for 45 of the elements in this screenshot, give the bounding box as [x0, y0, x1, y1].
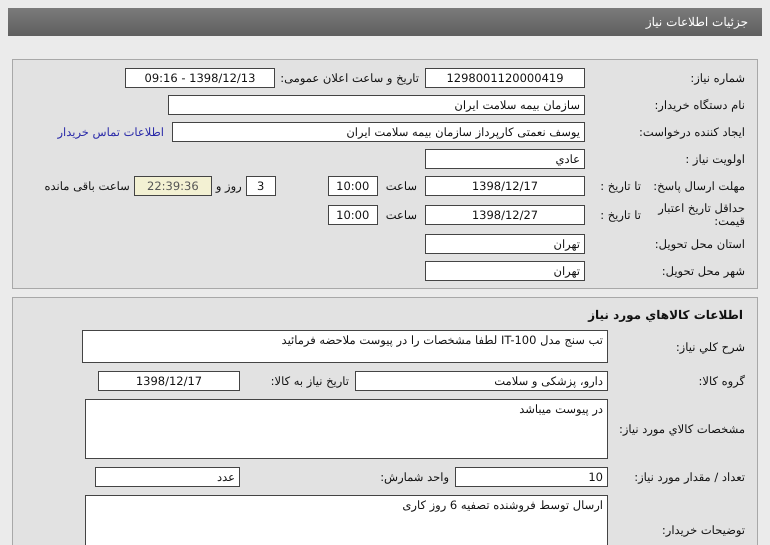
remaining-label: ساعت باقی مانده: [44, 179, 131, 193]
field-label: شرح کلي نياز:: [674, 340, 745, 354]
remaining-time-field: 22:39:36: [134, 176, 212, 196]
value-field: تهران: [425, 261, 585, 281]
field-label: تاریخ و ساعت اعلان عمومی:: [279, 71, 420, 85]
value-field: سازمان بیمه سلامت ایران: [168, 95, 585, 115]
value-field: دارو، پزشکی و سلامت: [355, 371, 608, 391]
field-label: واحد شمارش:: [379, 470, 450, 484]
value-field: 1398/12/13 - 09:16: [125, 68, 275, 88]
time-field: 10:00: [328, 176, 378, 196]
field-label: مشخصات کالاي مورد نياز:: [618, 422, 745, 436]
time-label: ساعت: [384, 179, 418, 193]
date-field: 1398/12/27: [425, 205, 585, 225]
value-field: 1298001120000419: [425, 68, 585, 88]
text-area: تب سنج مدل IT-100 لطفا مشخصات را در پیوست ملاحضه فرمائید: [82, 330, 608, 363]
field-label: توضیحات خریدار:: [660, 523, 745, 537]
contact-link[interactable]: اطلاعات تماس خریدار: [57, 125, 164, 139]
value-field: تهران: [425, 234, 585, 254]
field-label: تعداد / مقدار مورد نیاز:: [633, 470, 745, 484]
value-field: یوسف نعمتی کارپرداز سازمان بیمه سلامت ایران: [172, 122, 585, 142]
time-label: ساعت: [384, 208, 418, 222]
field-label: گروه کالا:: [698, 374, 745, 388]
page-title: جزئیات اطلاعات نیاز: [646, 15, 748, 29]
field-label: ایجاد کننده درخواست:: [638, 125, 745, 139]
field-label: مهلت ارسال پاسخ:: [652, 179, 745, 193]
field-label: شهر محل تحویل:: [660, 264, 745, 278]
field-label: حداقل تاریخ اعتبار قیمت:: [656, 202, 745, 228]
time-field: 10:00: [328, 205, 378, 225]
value-field: عدد: [95, 467, 240, 487]
value-field: 10: [455, 467, 608, 487]
field-label: تا تاریخ :: [599, 208, 641, 222]
field-label: شماره نیاز:: [689, 71, 745, 85]
field-label: استان محل تحویل:: [654, 237, 745, 251]
days-field: 3: [246, 176, 276, 196]
field-label: تاریخ نیاز به کالا:: [270, 374, 350, 388]
date-field: 1398/12/17: [425, 176, 585, 196]
days-label: روز و: [214, 179, 243, 193]
field-label: تا تاریخ :: [599, 179, 641, 193]
date-field: 1398/12/17: [98, 371, 240, 391]
value-field: عادي: [425, 149, 585, 169]
field-label: نام دستگاه خریدار:: [653, 98, 745, 112]
text-area: ارسال توسط فروشنده تصفیه 6 روز کاری: [85, 495, 608, 545]
field-label: اولویت نیاز :: [684, 152, 745, 166]
section-title: اطلاعات کالاهاي مورد نياز: [586, 308, 744, 324]
text-area: در پیوست میباشد: [85, 399, 608, 459]
